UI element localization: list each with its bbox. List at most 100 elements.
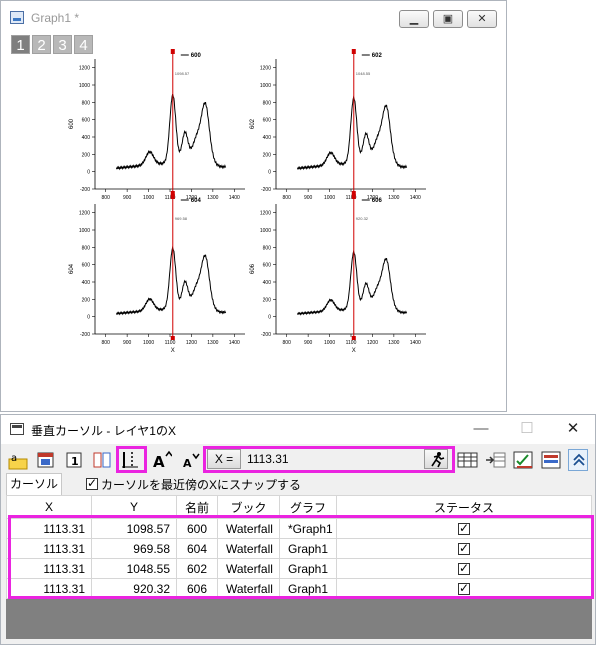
x-tick-label: 1000 — [143, 340, 154, 346]
minimize-button[interactable]: — — [471, 419, 491, 439]
y-axis-label: 604 — [69, 263, 75, 274]
layer-tab-2[interactable]: 2 — [32, 35, 51, 54]
x-tick-label: 1300 — [207, 195, 218, 201]
y-tick-label: 600 — [263, 118, 272, 124]
y-tick-label: 600 — [82, 263, 91, 269]
smaller-font-button[interactable]: A — [179, 449, 201, 471]
close-icon: ✕ — [477, 13, 487, 25]
y-tick-label: 1200 — [260, 66, 271, 72]
close-button[interactable]: ✕ — [563, 419, 583, 439]
x-tick-label: 1300 — [388, 340, 399, 346]
spectrum-line — [115, 245, 227, 316]
tab-cursor[interactable]: カーソル — [6, 473, 62, 495]
cursor-handle-top — [351, 194, 356, 199]
x-tick-label: 800 — [283, 340, 292, 346]
check-status-button[interactable] — [512, 449, 536, 471]
layer-tabs: 1 2 3 4 — [11, 35, 95, 54]
x-tick-label: 1400 — [229, 195, 240, 201]
table-icon — [457, 452, 478, 468]
svg-text:a: a — [11, 453, 17, 464]
copy-to-worksheet-button[interactable] — [35, 449, 57, 471]
x-tick-label: 900 — [123, 195, 132, 201]
font-increase-icon: A — [153, 450, 172, 470]
show-table-button[interactable] — [456, 449, 480, 471]
graph-app-icon — [10, 11, 24, 24]
close-button[interactable]: ✕ — [467, 10, 497, 28]
all-layers-button[interactable] — [91, 449, 113, 471]
cursor-handle-top — [351, 49, 356, 54]
minimize-button[interactable]: ▁ — [399, 10, 429, 28]
highlight-table-rows — [8, 515, 594, 599]
y-tick-label: -200 — [80, 332, 90, 338]
single-layer-button[interactable]: 1 — [63, 449, 85, 471]
x-tick-label: 1300 — [388, 195, 399, 201]
x-tick-label: 900 — [123, 340, 132, 346]
y-tick-label: 800 — [82, 100, 91, 106]
collapse-button[interactable] — [568, 449, 588, 471]
cursor-window-title: 垂直カーソル - レイヤ1のX — [31, 424, 176, 438]
y-tick-label: 0 — [87, 170, 90, 176]
legend-label: 600 — [191, 53, 202, 59]
snap-checkbox[interactable] — [86, 476, 98, 490]
graph-window-titlebar[interactable]: Graph1 * ▁ ▣ ✕ — [1, 1, 506, 32]
x-tick-label: 800 — [102, 195, 111, 201]
y-axis-label: 606 — [250, 263, 256, 274]
x-tick-label: 800 — [283, 195, 292, 201]
larger-font-button[interactable]: A — [151, 449, 173, 471]
y-tick-label: 200 — [263, 152, 272, 158]
legend-label: 602 — [372, 53, 383, 59]
x-tick-label: 1400 — [229, 340, 240, 346]
y-tick-label: 600 — [82, 118, 91, 124]
window-icon — [10, 423, 24, 435]
graph-window: Graph1 * ▁ ▣ ✕ -200 0 200 400 600 800 1000 1200… — [0, 0, 507, 412]
y-tick-label: 600 — [263, 263, 272, 269]
y-tick-label: 800 — [263, 100, 272, 106]
y-axis-label: 602 — [250, 118, 256, 129]
insert-column-button[interactable] — [484, 449, 508, 471]
y-tick-label: 400 — [82, 280, 91, 286]
multi-layer-icon — [93, 452, 111, 468]
spectrum-line — [296, 249, 408, 316]
vertical-cursor-window: 垂直カーソル - レイヤ1のX — ☐ ✕ a 1 A A X = 1113.3… — [0, 414, 596, 645]
cursor-window-titlebar[interactable]: 垂直カーソル - レイヤ1のX — ☐ ✕ — [1, 415, 595, 444]
x-tick-label: 1000 — [324, 340, 335, 346]
highlight-x-value — [203, 446, 455, 473]
legend-label: 604 — [191, 198, 202, 204]
svg-text:A: A — [153, 453, 165, 470]
y-tick-label: -200 — [80, 187, 90, 193]
insert-column-icon — [486, 452, 506, 468]
tab-row: カーソル カーソルを最近傍のXにスナップする — [1, 473, 595, 495]
maximize-button[interactable]: ☐ — [517, 419, 537, 439]
x-tick-label: 1400 — [410, 195, 421, 201]
minimize-icon: ▁ — [409, 13, 419, 25]
settings-button[interactable] — [540, 449, 564, 471]
snap-option[interactable]: カーソルを最近傍のXにスナップする — [86, 475, 301, 493]
restore-button[interactable]: ▣ — [433, 10, 463, 28]
x-tick-label: 900 — [304, 340, 313, 346]
x-axis-label: X — [352, 348, 356, 354]
y-tick-label: 0 — [268, 170, 271, 176]
svg-text:A: A — [183, 457, 192, 470]
y-tick-label: 200 — [82, 297, 91, 303]
y-tick-label: 1200 — [79, 66, 90, 72]
y-tick-label: 400 — [263, 135, 272, 141]
x-tick-label: 1100 — [346, 340, 357, 346]
y-tick-label: 0 — [268, 315, 271, 321]
layer-tab-3[interactable]: 3 — [53, 35, 72, 54]
layer-tab-1[interactable]: 1 — [11, 35, 30, 54]
y-tick-label: -200 — [261, 187, 271, 193]
highlight-vertical-cursor — [116, 446, 147, 473]
layout-settings-icon — [541, 451, 561, 469]
y-tick-label: 1000 — [260, 228, 271, 234]
x-tick-label: 1000 — [324, 195, 335, 201]
graph-window-title: Graph1 * — [31, 11, 80, 25]
y-tick-label: 1200 — [260, 211, 271, 217]
layer-tab-4[interactable]: 4 — [74, 35, 93, 54]
x-tick-label: 1400 — [410, 340, 421, 346]
add-label-button[interactable]: a — [7, 449, 29, 471]
cursor-handle-bottom — [351, 336, 356, 340]
y-tick-label: 800 — [263, 245, 272, 251]
y-tick-label: 0 — [87, 315, 90, 321]
y-tick-label: 400 — [82, 135, 91, 141]
spectrum-line — [296, 95, 408, 171]
